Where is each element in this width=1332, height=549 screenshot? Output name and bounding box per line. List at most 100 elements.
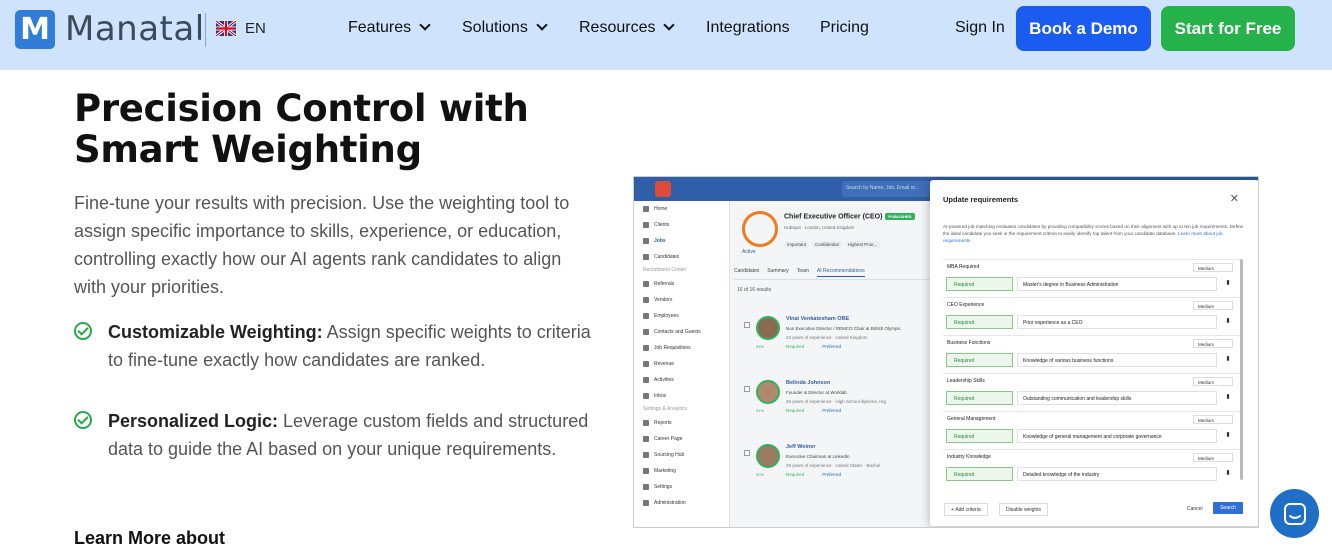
trash-icon: ▮ bbox=[1226, 432, 1230, 438]
sidebar-item: Revenue bbox=[634, 356, 729, 372]
job-header: Chief Executive Officer (CEO) PUBLISHED H… bbox=[742, 207, 942, 267]
sidebar-item: Job Requisitions bbox=[634, 340, 729, 356]
intro-paragraph: Fine-tune your results with precision. U… bbox=[74, 193, 570, 297]
tag: Confidential bbox=[812, 241, 842, 248]
uk-flag-icon[interactable] bbox=[216, 21, 236, 36]
disable-weights-button: Disable weights bbox=[999, 503, 1049, 516]
preferred-label: Preferred bbox=[822, 408, 842, 413]
manatal-logo-icon[interactable]: M bbox=[15, 10, 55, 49]
product-screenshot: Search by Name, Job, Email or... Home Cl… bbox=[633, 176, 1259, 528]
candidate-name: Jeff Weiner bbox=[786, 444, 816, 450]
trash-icon: ▮ bbox=[1226, 356, 1230, 362]
app-tabs: Candidates Summary Team AI Recommendations bbox=[734, 268, 934, 280]
sidebar-item: Clients bbox=[634, 217, 729, 233]
job-title: Chief Executive Officer (CEO) PUBLISHED bbox=[784, 213, 915, 220]
requirement-select: Required bbox=[946, 467, 1013, 481]
feature-title: Personalized Logic: bbox=[108, 411, 279, 431]
criteria-row: Industry Knowledge Medium Required Detai… bbox=[943, 449, 1240, 485]
candidate-requirements: Required Preferred bbox=[786, 472, 841, 477]
weight-select: Medium bbox=[1193, 339, 1233, 348]
criteria-name: CEO Experience bbox=[947, 302, 985, 308]
match-score: 91% bbox=[756, 408, 765, 413]
sidebar-item: Home bbox=[634, 201, 729, 217]
criteria-name: General Management bbox=[947, 416, 996, 422]
feature-title: Customizable Weighting: bbox=[108, 322, 323, 342]
trash-icon: ▮ bbox=[1226, 318, 1230, 324]
preferred-label: Preferred bbox=[822, 344, 842, 349]
modal-title: Update requirements bbox=[943, 195, 1019, 204]
sidebar-group: Recruitment Center bbox=[643, 267, 687, 273]
nav-features[interactable]: Features bbox=[348, 19, 431, 37]
divider bbox=[205, 13, 206, 47]
update-requirements-modal: Update requirements ✕ AI-powered job mat… bbox=[930, 180, 1258, 526]
search-button: Search bbox=[1213, 502, 1243, 514]
nav-solutions[interactable]: Solutions bbox=[462, 19, 548, 37]
requirement-select: Required bbox=[946, 353, 1013, 367]
active-status: Active bbox=[742, 249, 756, 255]
avatar bbox=[756, 316, 780, 340]
sidebar-item: Contacts and Guests bbox=[634, 324, 729, 340]
criteria-name: Leadership Skills bbox=[947, 378, 985, 384]
cancel-button: Cancel bbox=[1187, 506, 1203, 512]
avatar bbox=[756, 380, 780, 404]
app-sidebar: Home Clients Jobs Candidates Recruitment… bbox=[634, 201, 730, 527]
requirement-select: Required bbox=[946, 391, 1013, 405]
trash-icon: ▮ bbox=[1226, 470, 1230, 476]
modal-footer: + Add criteria Disable weights Cancel Se… bbox=[930, 497, 1258, 525]
requirement-select: Required bbox=[946, 277, 1013, 291]
criteria-row: General Management Medium Required Knowl… bbox=[943, 411, 1240, 447]
weight-select: Medium bbox=[1193, 377, 1233, 386]
sidebar-item: Employees bbox=[634, 308, 729, 324]
sidebar-item: Referrals bbox=[634, 276, 729, 292]
add-criteria-label: Add criteria bbox=[955, 507, 981, 513]
nav-pricing[interactable]: Pricing bbox=[820, 19, 869, 37]
status-badge: PUBLISHED bbox=[885, 213, 915, 220]
match-score: 93% bbox=[756, 344, 765, 349]
nav-resources[interactable]: Resources bbox=[579, 19, 676, 37]
add-criteria-button: + Add criteria bbox=[944, 503, 988, 516]
sidebar-item: Inbox bbox=[634, 388, 729, 404]
candidate-title: Founder & Director at Worklab bbox=[786, 390, 847, 395]
sidebar-item: Candidates bbox=[634, 249, 729, 265]
results-count: 16 of 16 results bbox=[737, 287, 772, 293]
book-demo-button[interactable]: Book a Demo bbox=[1016, 6, 1151, 51]
sidebar-item: Administration bbox=[634, 495, 729, 511]
required-label: Required bbox=[786, 344, 805, 349]
nav-label: Resources bbox=[579, 19, 656, 36]
modal-description: AI-powered job matching evaluates candid… bbox=[943, 223, 1248, 244]
weight-select: Medium bbox=[1193, 453, 1233, 462]
criteria-value: Prior experience as a CEO bbox=[1017, 315, 1217, 329]
criteria-value: Master's degree in Business Administrati… bbox=[1017, 277, 1217, 291]
tag: Highest Prior... bbox=[844, 241, 881, 248]
language-selector[interactable]: EN bbox=[245, 20, 266, 37]
requirement-select: Required bbox=[946, 315, 1013, 329]
sidebar-item: Marketing bbox=[634, 463, 729, 479]
criteria-value: Detailed knowledge of the industry bbox=[1017, 467, 1217, 481]
app-logo-icon bbox=[655, 181, 671, 197]
sidebar-group: Settings & Analytics bbox=[643, 406, 687, 412]
nav-integrations[interactable]: Integrations bbox=[706, 19, 790, 37]
criteria-value: Knowledge of general management and corp… bbox=[1017, 429, 1217, 443]
criteria-row: MBA Required Medium Required Master's de… bbox=[943, 259, 1240, 295]
preferred-label: Preferred bbox=[822, 472, 842, 477]
chat-launcher-button[interactable] bbox=[1270, 489, 1319, 538]
tab: Summary bbox=[767, 268, 789, 274]
candidate-card: Jeff Weiner Executive Chairman at Linked… bbox=[744, 442, 934, 490]
required-label: Required bbox=[786, 472, 805, 477]
start-free-button[interactable]: Start for Free bbox=[1161, 6, 1295, 51]
candidate-title: Executive Chairman at LinkedIn bbox=[786, 454, 850, 459]
sidebar-item: Career Page bbox=[634, 431, 729, 447]
chevron-down-icon bbox=[419, 19, 431, 31]
brand-name[interactable]: Manatal bbox=[65, 9, 205, 49]
checkbox bbox=[744, 450, 750, 456]
candidate-card: Vinai Venkatesham OBE Non Executive Dire… bbox=[744, 314, 934, 362]
required-label: Required bbox=[786, 408, 805, 413]
candidate-requirements: Required Preferred bbox=[786, 344, 841, 349]
sidebar-item: Activities bbox=[634, 372, 729, 388]
candidate-name: Vinai Venkatesham OBE bbox=[786, 316, 850, 322]
sign-in-link[interactable]: Sign In bbox=[955, 19, 1005, 37]
trash-icon: ▮ bbox=[1226, 394, 1230, 400]
trash-icon: ▮ bbox=[1226, 280, 1230, 286]
criteria-row: Business Functions Medium Required Knowl… bbox=[943, 335, 1240, 371]
chat-icon bbox=[1284, 503, 1306, 525]
